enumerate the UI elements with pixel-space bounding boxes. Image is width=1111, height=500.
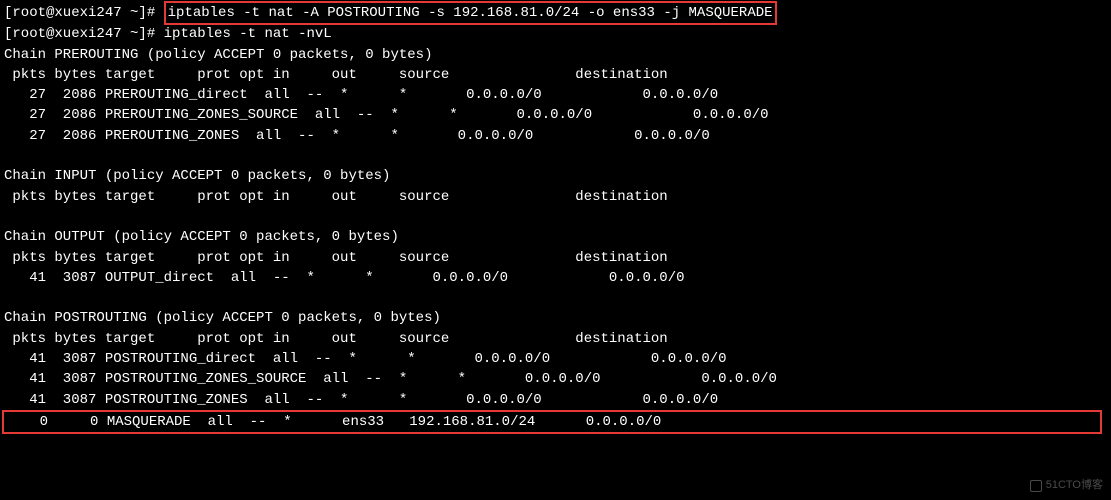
columns-header: pkts bytes target prot opt in out source… [4,187,1107,207]
columns-header: pkts bytes target prot opt in out source… [4,329,1107,349]
terminal-line-cmd1: [root@xuexi247 ~]# iptables -t nat -A PO… [4,2,1107,24]
shell-prompt: [root@xuexi247 ~]# [4,26,164,42]
watermark: 51CTO博客 [1030,478,1103,494]
table-row: 41 3087 POSTROUTING_ZONES_SOURCE all -- … [4,369,1107,389]
blank-line [4,207,1107,227]
shell-prompt: [root@xuexi247 ~]# [4,5,164,21]
chain-output-header: Chain OUTPUT (policy ACCEPT 0 packets, 0… [4,227,1107,247]
table-row: 27 2086 PREROUTING_direct all -- * * 0.0… [4,85,1107,105]
command-text: iptables -t nat -nvL [164,26,332,42]
table-row: 27 2086 PREROUTING_ZONES all -- * * 0.0.… [4,126,1107,146]
table-row: 27 2086 PREROUTING_ZONES_SOURCE all -- *… [4,105,1107,125]
columns-header: pkts bytes target prot opt in out source… [4,65,1107,85]
watermark-text: 51CTO博客 [1046,478,1103,494]
watermark-icon [1030,480,1042,492]
blank-line [4,146,1107,166]
table-row: 41 3087 POSTROUTING_ZONES all -- * * 0.0… [4,390,1107,410]
blank-line [4,288,1107,308]
chain-postrouting-header: Chain POSTROUTING (policy ACCEPT 0 packe… [4,308,1107,328]
chain-input-header: Chain INPUT (policy ACCEPT 0 packets, 0 … [4,166,1107,186]
highlighted-masquerade-rule: 0 0 MASQUERADE all -- * ens33 192.168.81… [2,410,1102,434]
terminal-line-cmd2: [root@xuexi247 ~]# iptables -t nat -nvL [4,24,1107,44]
columns-header: pkts bytes target prot opt in out source… [4,248,1107,268]
table-row: 41 3087 POSTROUTING_direct all -- * * 0.… [4,349,1107,369]
table-row: 41 3087 OUTPUT_direct all -- * * 0.0.0.0… [4,268,1107,288]
highlighted-command: iptables -t nat -A POSTROUTING -s 192.16… [164,1,777,25]
chain-prerouting-header: Chain PREROUTING (policy ACCEPT 0 packet… [4,45,1107,65]
